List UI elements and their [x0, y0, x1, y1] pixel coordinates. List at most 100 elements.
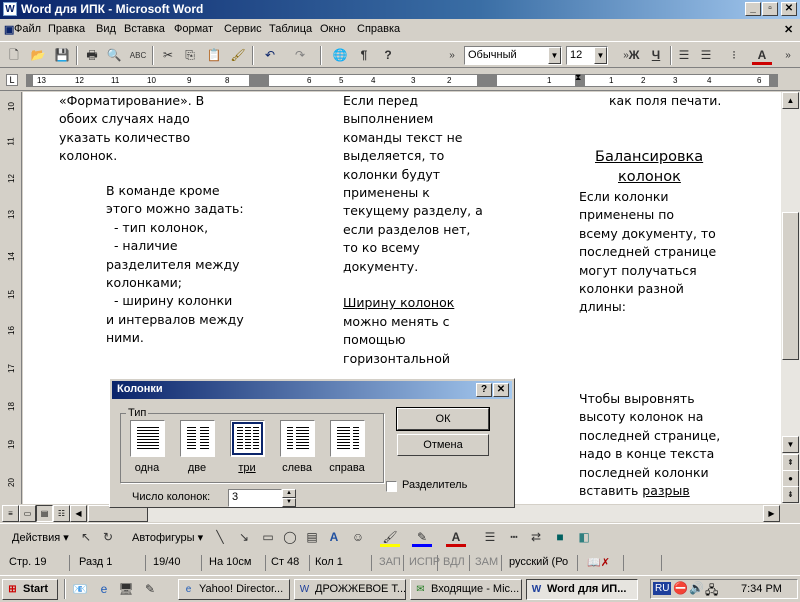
maximize-button[interactable]: ▫ — [762, 2, 778, 16]
show-formatting-icon[interactable]: ¶ — [354, 46, 374, 65]
menu-file[interactable]: Файл — [14, 23, 41, 35]
doc-menu-icon[interactable]: ▣ — [4, 23, 14, 36]
align-left-icon[interactable]: ☰ — [674, 46, 694, 65]
menu-help[interactable]: Справка — [357, 23, 400, 35]
ruler-column-gap[interactable] — [477, 75, 497, 87]
quicklaunch-ie-icon[interactable]: e — [94, 580, 114, 599]
spelling-icon[interactable]: ABC — [128, 46, 148, 65]
select-pointer-icon[interactable]: ↖ — [76, 528, 96, 547]
quicklaunch-app-icon[interactable]: ✎ — [140, 580, 160, 599]
language-indicator[interactable]: RU — [653, 582, 672, 595]
clipart-icon[interactable]: ☺ — [348, 528, 368, 547]
format-painter-icon[interactable]: 🖌 — [228, 46, 248, 65]
bold-icon[interactable]: Ж — [624, 46, 644, 65]
arrow-style-icon[interactable]: ⇄ — [526, 528, 546, 547]
open-icon[interactable]: 📂 — [28, 46, 48, 65]
font-size-select[interactable]: 12 ▼ — [566, 46, 608, 65]
antivirus-icon[interactable]: ⛔ — [673, 581, 688, 595]
prev-page-icon[interactable]: ⇞ — [782, 454, 799, 471]
separator-checkbox[interactable] — [386, 481, 397, 492]
autoshapes-menu[interactable]: Автофигуры ▾ — [132, 531, 203, 544]
paste-icon[interactable]: 📋 — [204, 46, 224, 65]
undo-icon[interactable]: ↶ — [260, 46, 280, 65]
preset-one[interactable] — [130, 420, 165, 457]
dash-style-icon[interactable]: ┅ — [504, 528, 524, 547]
line-color-icon[interactable]: ✎ — [412, 528, 432, 547]
print-icon[interactable]: 🖶 — [82, 46, 102, 65]
line-style-icon[interactable]: ☰ — [480, 528, 500, 547]
status-trk[interactable]: ИСПР — [406, 555, 440, 571]
help-icon[interactable]: ? — [378, 46, 398, 65]
cancel-button[interactable]: Отмена — [397, 434, 489, 456]
copy-icon[interactable]: ⎘ — [180, 46, 200, 65]
indent-marker-icon[interactable]: ⧗ — [575, 71, 581, 83]
dialog-help-icon[interactable]: ? — [476, 383, 492, 397]
start-button[interactable]: ⊞ Start — [2, 579, 58, 600]
save-icon[interactable]: 💾 — [52, 46, 72, 65]
underline-icon[interactable]: Ч — [646, 46, 666, 65]
cut-icon[interactable]: ✂ — [158, 46, 178, 65]
bullets-icon[interactable]: ⁝ — [724, 46, 744, 65]
new-doc-icon[interactable]: 🗋 — [4, 46, 24, 65]
print-preview-icon[interactable]: 🔍 — [104, 46, 124, 65]
network-icon[interactable]: 🖧 — [705, 581, 718, 602]
spin-up-icon[interactable]: ▲ — [282, 489, 296, 498]
vertical-scrollbar[interactable]: ▲ ▼ ⇞ ● ⇟ — [781, 92, 800, 504]
ok-button[interactable]: ОК — [396, 407, 490, 431]
shadow-icon[interactable]: ■ — [550, 528, 570, 547]
status-ovr[interactable]: ЗАМ — [472, 555, 502, 571]
font-color-icon[interactable]: A — [446, 528, 466, 547]
quicklaunch-outlook-icon[interactable]: 📧 — [70, 580, 90, 599]
normal-view-icon[interactable]: ≡ — [2, 505, 19, 522]
menu-tools[interactable]: Сервис — [224, 23, 262, 35]
rectangle-icon[interactable]: ▭ — [258, 528, 278, 547]
task-word-active[interactable]: W Word для ИП... — [526, 579, 638, 600]
fill-color-icon[interactable]: 🖌 — [380, 528, 400, 547]
scroll-right-icon[interactable]: ▶ — [763, 505, 780, 522]
menu-table[interactable]: Таблица — [269, 23, 312, 35]
toolbar-options-icon[interactable]: » — [778, 46, 798, 65]
task-yahoo[interactable]: e Yahoo! Director... — [178, 579, 290, 600]
word-app-icon[interactable]: W — [3, 2, 17, 16]
task-outlook[interactable]: ✉ Входящие - Mic... — [410, 579, 522, 600]
oval-icon[interactable]: ◯ — [280, 528, 300, 547]
menu-format[interactable]: Формат — [174, 23, 213, 35]
horizontal-ruler[interactable]: L 13 12 11 10 9 8 6 5 4 3 2 1 1 2 3 4 6 … — [0, 69, 800, 91]
redo-icon[interactable]: ↷ — [290, 46, 310, 65]
menu-insert[interactable]: Вставка — [124, 23, 165, 35]
status-ext[interactable]: ВДЛ — [440, 555, 470, 571]
preset-three[interactable] — [230, 420, 265, 457]
menu-view[interactable]: Вид — [96, 23, 116, 35]
arrow-icon[interactable]: ↘ — [234, 528, 254, 547]
status-rec[interactable]: ЗАП — [376, 555, 404, 571]
preset-right[interactable] — [330, 420, 365, 457]
quicklaunch-desktop-icon[interactable]: 🖥 — [116, 580, 136, 599]
tab-stop-selector[interactable]: L — [6, 74, 18, 86]
actions-menu[interactable]: Действия ▾ — [12, 531, 69, 544]
rotate-icon[interactable]: ↻ — [98, 528, 118, 547]
3d-icon[interactable]: ◧ — [574, 528, 594, 547]
scroll-left-icon[interactable]: ◀ — [70, 505, 87, 522]
chevron-down-icon[interactable]: ▼ — [548, 47, 561, 64]
wordart-icon[interactable]: A — [324, 528, 344, 547]
align-center-icon[interactable]: ☰ — [696, 46, 716, 65]
task-word-doc[interactable]: W ДРОЖЖЕВОЕ Т... — [294, 579, 406, 600]
scroll-thumb[interactable] — [782, 212, 799, 360]
doc-close-icon[interactable]: ✕ — [784, 23, 793, 36]
ruler-column-gap[interactable] — [249, 75, 269, 87]
browse-object-icon[interactable]: ● — [782, 470, 799, 487]
dialog-close-icon[interactable]: ✕ — [493, 383, 509, 397]
spelling-status-icon[interactable]: 📖✗ — [584, 555, 624, 571]
column-count-input[interactable]: 3 — [228, 489, 282, 507]
menu-window[interactable]: Окно — [320, 23, 346, 35]
chevron-down-icon[interactable]: ▼ — [594, 47, 607, 64]
print-layout-icon[interactable]: ▤ — [36, 505, 53, 522]
minimize-button[interactable]: _ — [745, 2, 761, 16]
menu-edit[interactable]: Правка — [48, 23, 85, 35]
line-icon[interactable]: ╲ — [210, 528, 230, 547]
style-select[interactable]: Обычный ▼ — [464, 46, 562, 65]
scroll-down-icon[interactable]: ▼ — [782, 436, 799, 453]
preset-left[interactable] — [280, 420, 315, 457]
web-view-icon[interactable]: ▭ — [19, 505, 36, 522]
toolbar-options-icon[interactable]: » — [442, 46, 462, 65]
